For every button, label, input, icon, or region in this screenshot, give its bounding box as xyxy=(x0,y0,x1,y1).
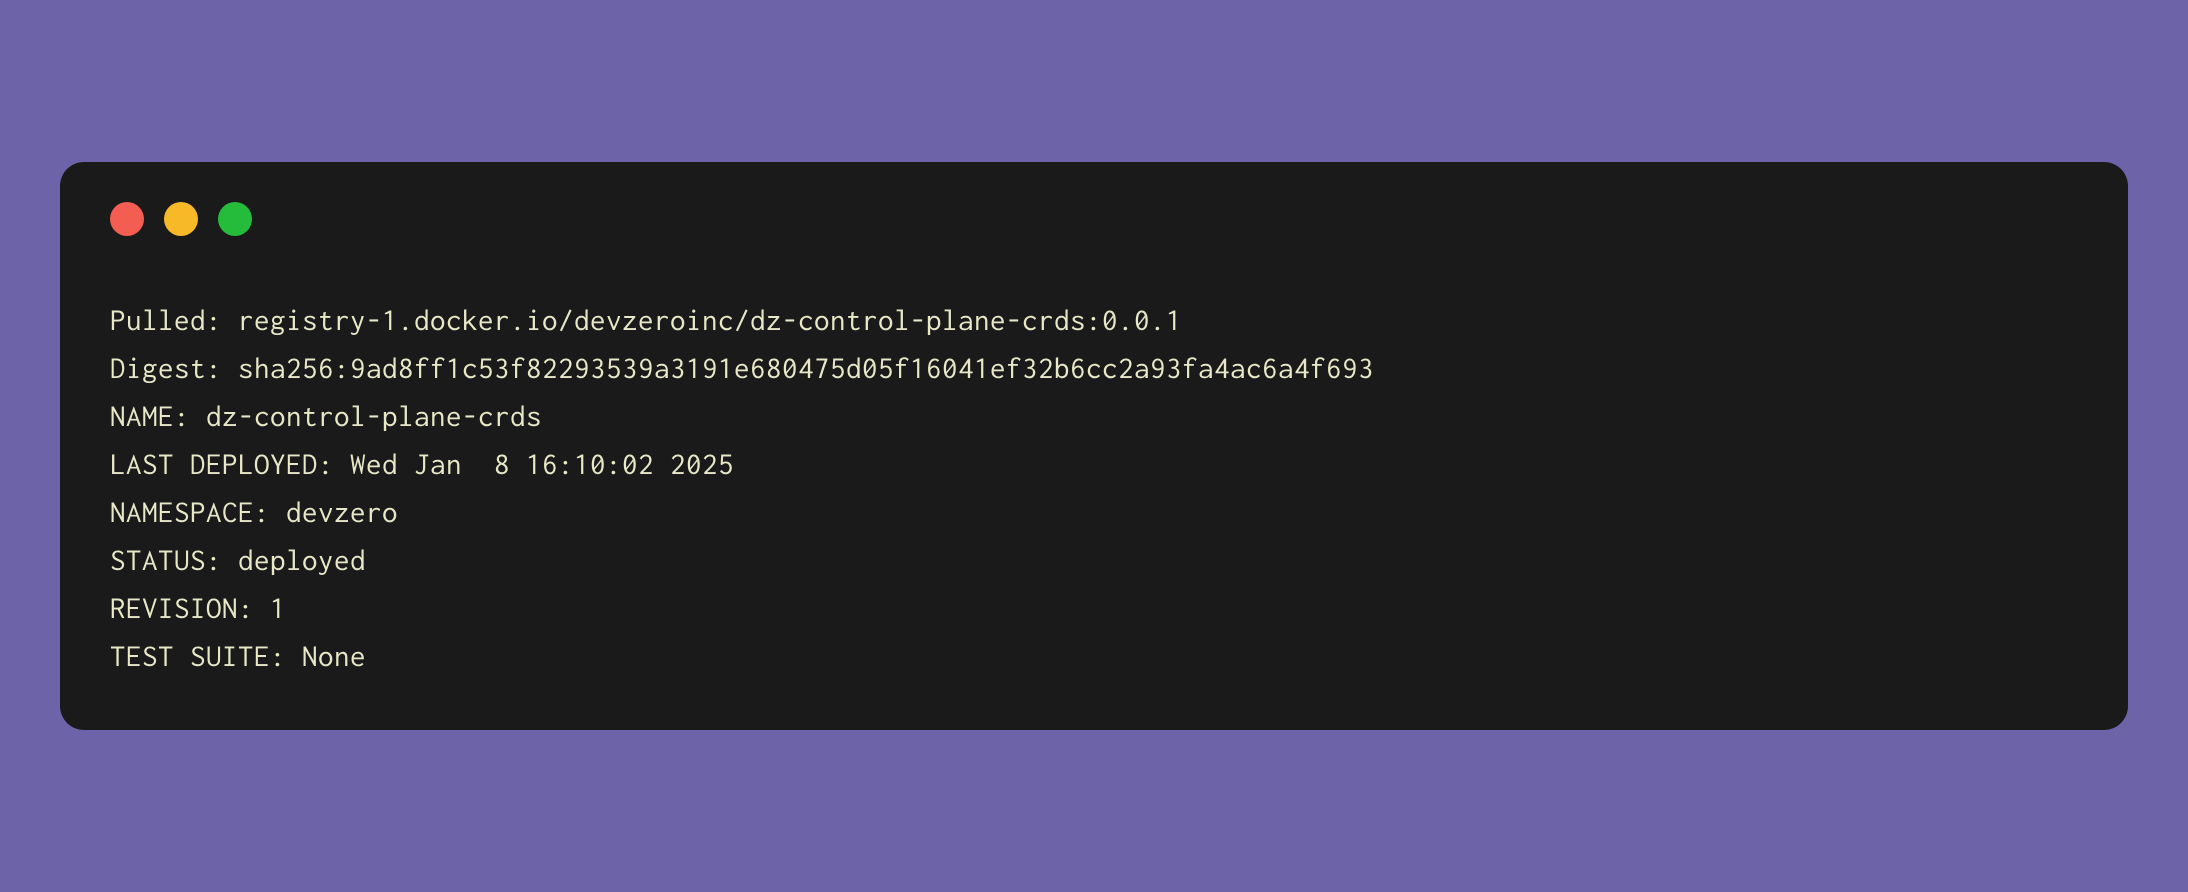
terminal-line: STATUS: deployed xyxy=(110,543,366,576)
terminal-line: REVISION: 1 xyxy=(110,591,286,624)
close-icon[interactable] xyxy=(110,202,144,236)
terminal-line: Pulled: registry-1.docker.io/devzeroinc/… xyxy=(110,303,1182,336)
terminal-line: NAME: dz-control-plane-crds xyxy=(110,399,542,432)
terminal-line: TEST SUITE: None xyxy=(110,639,366,672)
terminal-line: LAST DEPLOYED: Wed Jan 8 16:10:02 2025 xyxy=(110,447,734,480)
terminal-line: Digest: sha256:9ad8ff1c53f82293539a3191e… xyxy=(110,351,1374,384)
maximize-icon[interactable] xyxy=(218,202,252,236)
window-controls xyxy=(110,202,2078,236)
terminal-line: NAMESPACE: devzero xyxy=(110,495,398,528)
terminal-output: Pulled: registry-1.docker.io/devzeroinc/… xyxy=(110,296,2078,680)
minimize-icon[interactable] xyxy=(164,202,198,236)
terminal-window: Pulled: registry-1.docker.io/devzeroinc/… xyxy=(60,162,2128,730)
